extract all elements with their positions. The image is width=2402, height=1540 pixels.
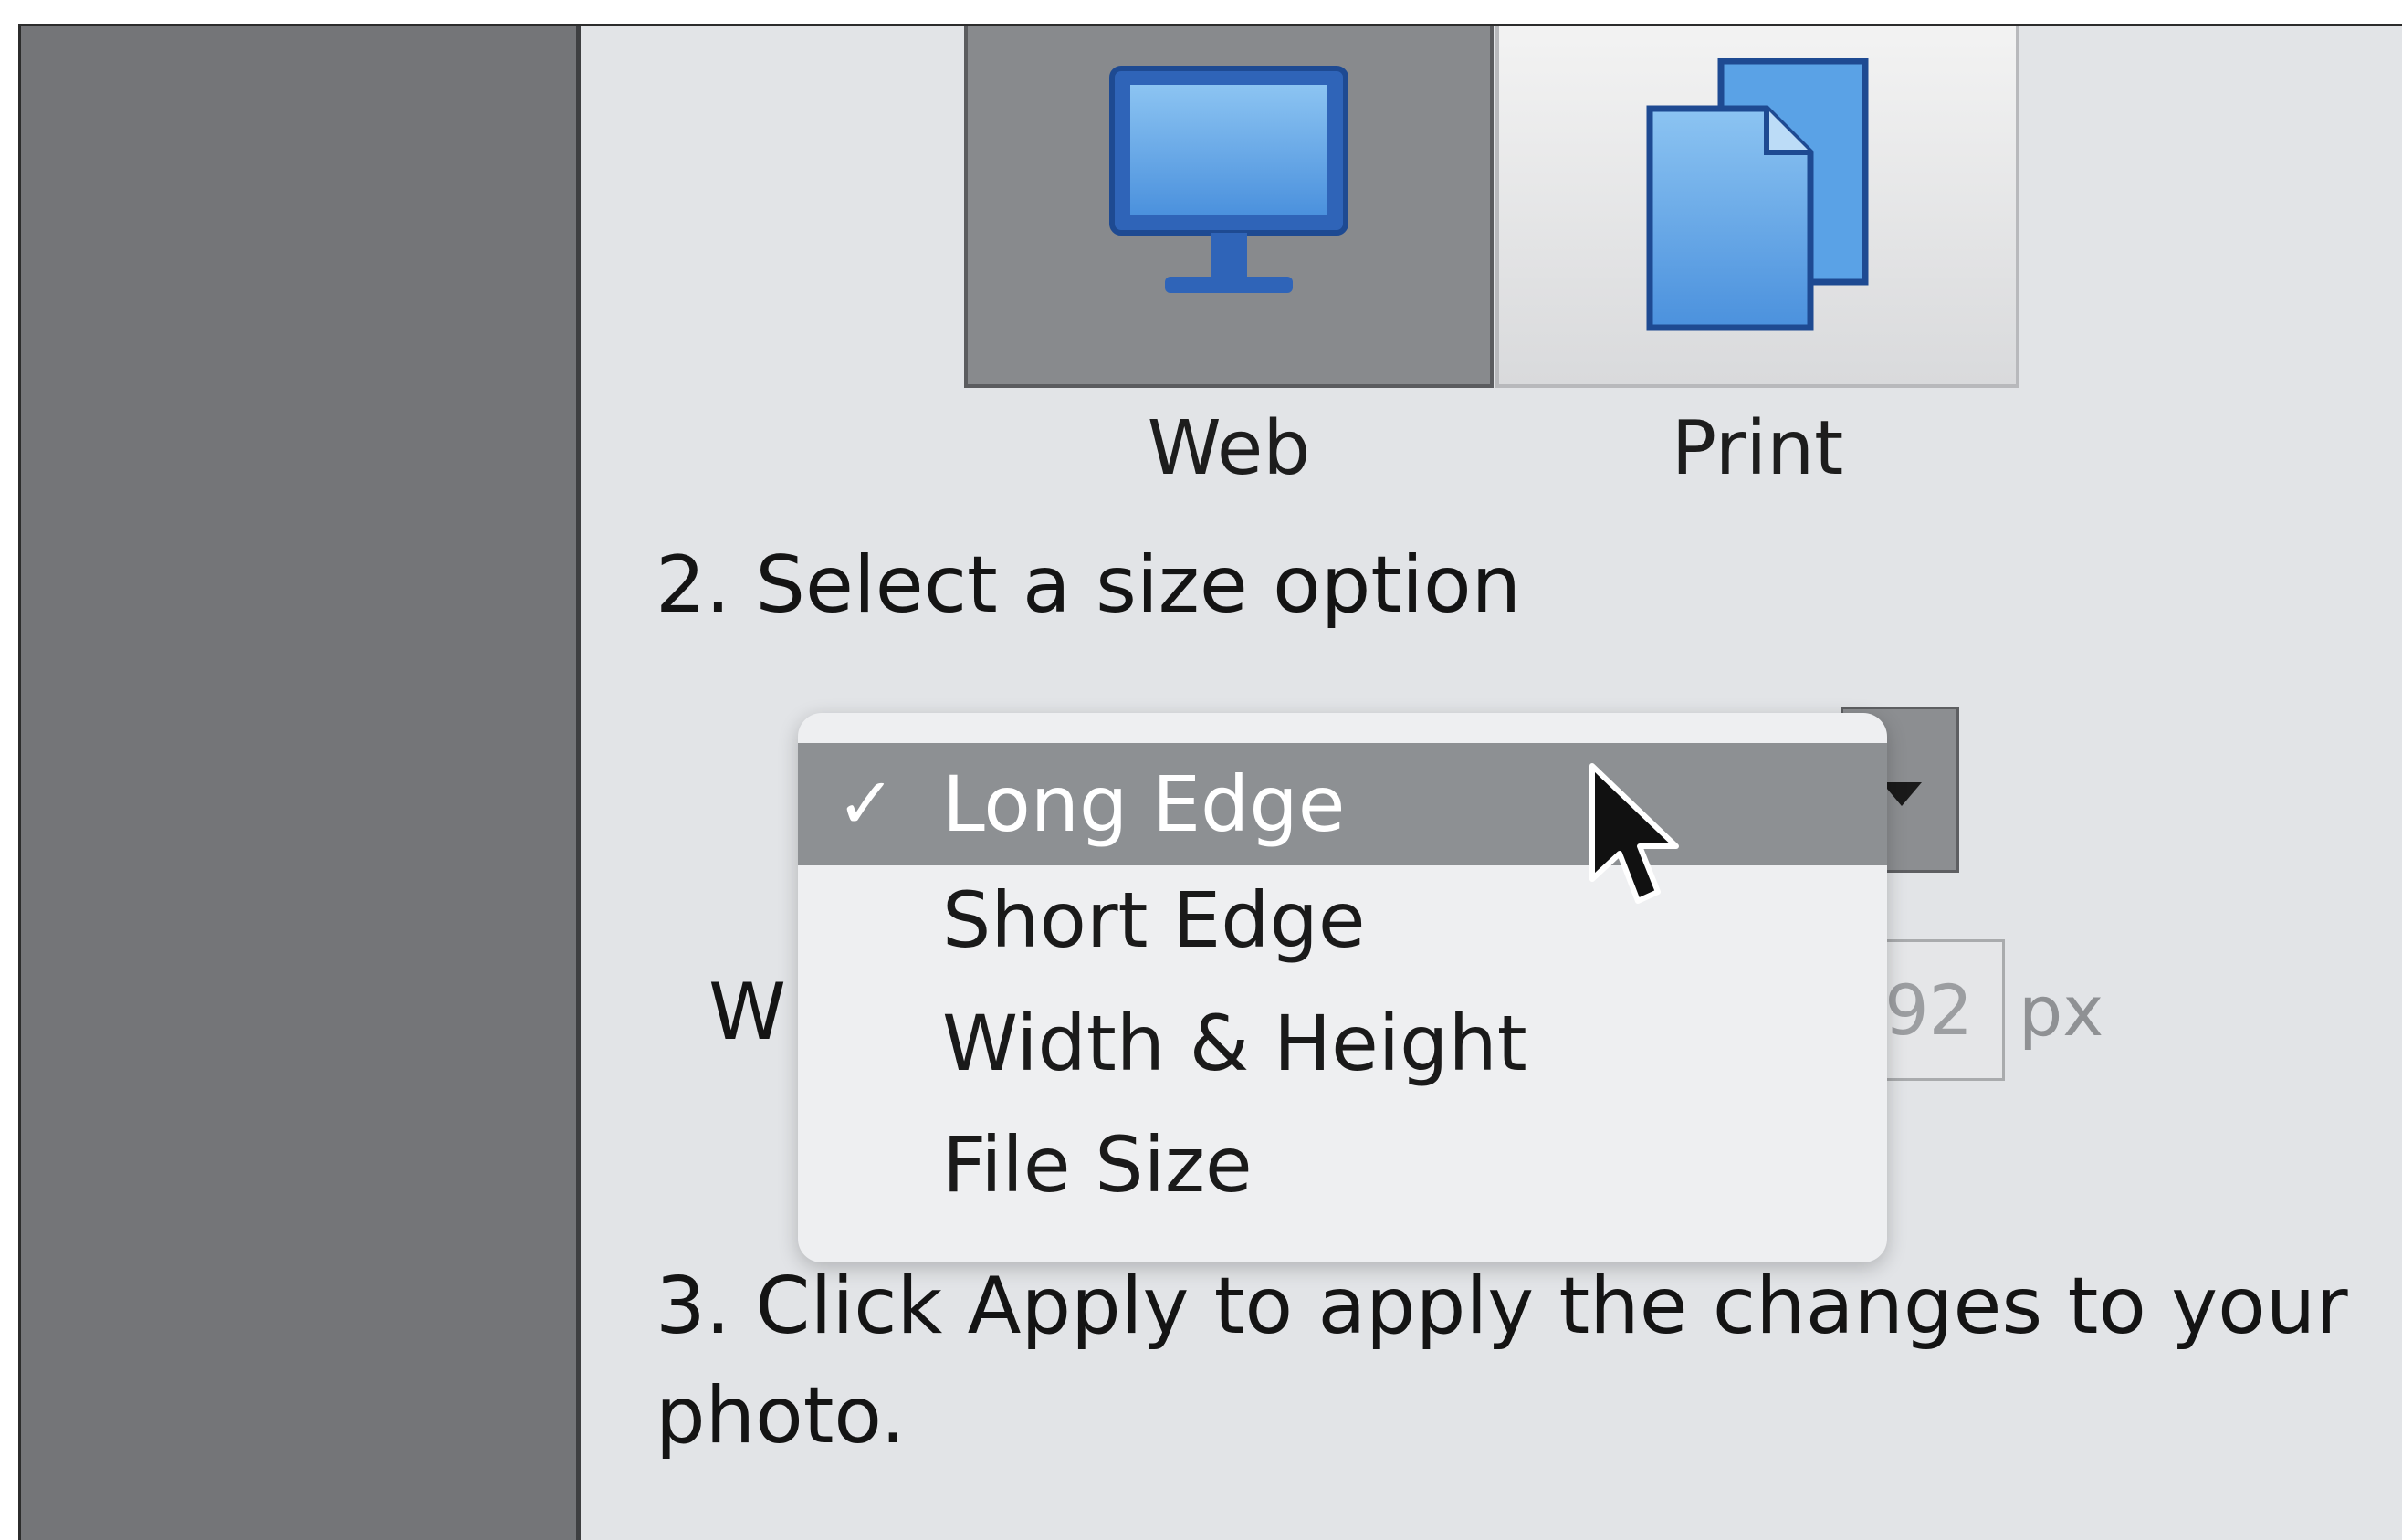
checkmark-icon: ✓ <box>836 763 897 845</box>
left-pane <box>21 26 581 1540</box>
mouse-pointer-icon <box>1589 763 1679 904</box>
width-label: W <box>708 967 787 1058</box>
caret-down-icon <box>1882 782 1922 806</box>
menu-item-long-edge[interactable]: ✓ Long Edge <box>798 743 1887 865</box>
print-label: Print <box>1671 405 1844 492</box>
size-option-menu: ✓ Long Edge Short Edge Width & Height Fi… <box>798 713 1887 1262</box>
menu-item-label: Width & Height <box>942 999 1527 1088</box>
step-3-instruction: 3. Click Apply to apply the changes to y… <box>656 1261 2348 1461</box>
editor-window: Web Print 2. Select a size option W 92 p… <box>18 24 2402 1540</box>
documents-icon <box>1646 58 1869 331</box>
web-label: Web <box>1147 405 1311 492</box>
unit-label: px <box>2019 970 2104 1052</box>
menu-item-label: Long Edge <box>942 760 1346 849</box>
menu-item-file-size[interactable]: File Size <box>798 1104 1887 1226</box>
menu-item-short-edge[interactable]: Short Edge <box>798 859 1887 981</box>
print-output-button[interactable] <box>1495 26 2019 388</box>
resize-panel: Web Print 2. Select a size option W 92 p… <box>581 26 2402 1540</box>
menu-item-width-height[interactable]: Width & Height <box>798 982 1887 1105</box>
menu-item-label: File Size <box>942 1120 1253 1210</box>
monitor-icon <box>1109 66 1348 293</box>
web-output-button[interactable] <box>964 26 1494 388</box>
menu-item-label: Short Edge <box>942 875 1366 965</box>
step-2-instruction: 2. Select a size option <box>656 540 1522 631</box>
